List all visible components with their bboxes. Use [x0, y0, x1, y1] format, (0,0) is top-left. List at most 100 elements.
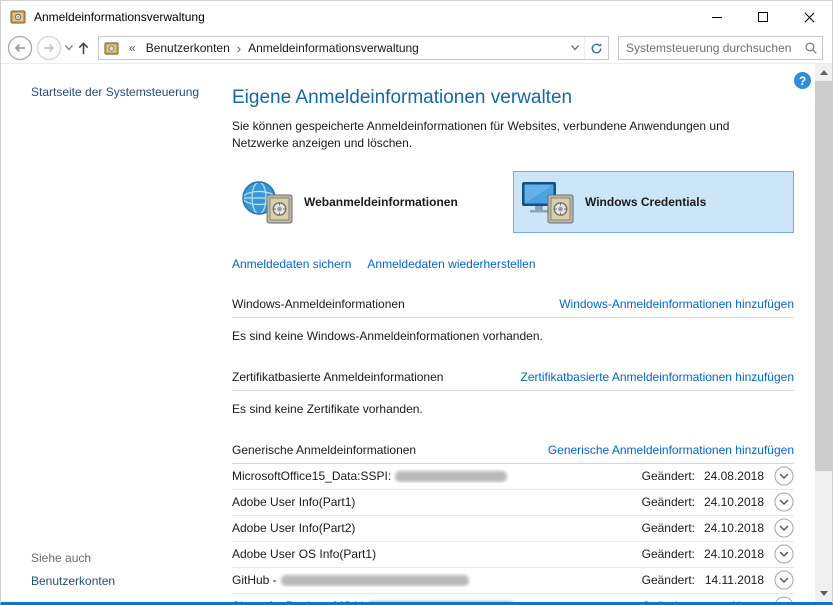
add-certificate-credential-link[interactable]: Zertifikatbasierte Anmeldeinformationen … [521, 370, 795, 384]
scroll-down-icon [819, 591, 828, 596]
chevron-down-icon [65, 45, 73, 51]
window-controls [694, 1, 832, 33]
expand-credential-button[interactable] [774, 518, 794, 538]
tab-web-credentials[interactable]: Webanmeldeinformationen [232, 171, 513, 233]
chevron-down-icon [774, 492, 794, 512]
credential-manager-window: Anmeldeinformationsverwaltung « Benutzer… [0, 0, 833, 605]
empty-state-text: Es sind keine Windows-Anmeldeinformation… [232, 328, 543, 343]
section-title: Zertifikatbasierte Anmeldeinformationen [232, 369, 444, 384]
redacted-text [366, 600, 515, 602]
redacted-text [280, 574, 469, 586]
credential-name: GitHub - [232, 573, 277, 588]
expand-credential-button[interactable] [774, 466, 794, 486]
chevron-down-icon [774, 544, 794, 564]
section-divider [232, 316, 794, 318]
tab-label: Windows Credentials [585, 194, 707, 209]
expand-credential-button[interactable] [774, 570, 794, 590]
breadcrumb-item-benutzerkonten[interactable]: Benutzerkonten [141, 37, 235, 59]
modified-label: Geändert: [641, 573, 695, 588]
modified-date: 24.08.2018 [703, 469, 764, 484]
modified-date: 24.10.2018 [703, 547, 764, 562]
search-box [618, 36, 823, 60]
credential-name: Adobe User Info(Part2) [232, 521, 356, 536]
vertical-scrollbar[interactable] [815, 64, 832, 602]
close-icon [804, 12, 814, 22]
scrollbar-thumb[interactable] [815, 81, 832, 471]
section-title: Windows-Anmeldeinformationen [232, 296, 405, 311]
minimize-icon [712, 16, 722, 18]
modified-label: Geändert: [641, 469, 695, 484]
sidebar-item-user-accounts[interactable]: Benutzerkonten [31, 574, 115, 588]
close-button[interactable] [786, 1, 832, 33]
back-button[interactable] [7, 35, 33, 61]
sidebar: Startseite der Systemsteuerung Siehe auc… [1, 64, 214, 602]
backup-credentials-link[interactable]: Anmeldedaten sichern [232, 257, 351, 271]
up-arrow-icon [78, 41, 89, 54]
credential-row: GitHub - Geändert: 14.11.2018 [232, 568, 794, 594]
section-title: Generische Anmeldeinformationen [232, 442, 417, 457]
add-generic-credential-link[interactable]: Generische Anmeldeinformationen hinzufüg… [548, 443, 794, 457]
scroll-up-button[interactable] [815, 64, 832, 81]
modified-label: Geändert: [641, 547, 695, 562]
restore-credentials-link[interactable]: Anmeldedaten wiederherstellen [367, 257, 535, 271]
credential-type-tabs: Webanmeldeinformationen Windows Credenti… [232, 170, 794, 233]
maximize-button[interactable] [740, 1, 786, 33]
address-bar[interactable]: « Benutzerkonten › Anmeldeinformationsve… [98, 36, 609, 60]
credential-actions: Anmeldedaten sichern Anmeldedaten wieder… [232, 257, 794, 271]
page-title: Eigene Anmeldeinformationen verwalten [232, 87, 573, 108]
refresh-button[interactable] [584, 37, 608, 59]
help-button[interactable]: ? [794, 72, 811, 89]
tab-windows-credentials[interactable]: Windows Credentials [513, 170, 794, 233]
history-dropdown-button[interactable] [65, 35, 73, 61]
chevron-down-icon [775, 596, 793, 602]
credential-name: Adobe User OS Info(Part1) [232, 547, 377, 562]
scroll-up-icon [819, 70, 828, 75]
forward-button[interactable] [36, 35, 62, 61]
credential-name: Skype for Desktop MSA/ [232, 599, 363, 602]
search-icon[interactable] [800, 41, 822, 55]
add-windows-credential-link[interactable]: Windows-Anmeldeinformationen hinzufügen [559, 297, 794, 311]
redacted-text [395, 470, 508, 482]
modified-label: Geändert: [641, 521, 695, 536]
main-content: Eigene Anmeldeinformationen verwalten Si… [214, 64, 815, 602]
modified-date: 24.10.2018 [703, 495, 764, 510]
chevron-down-icon [571, 45, 579, 51]
section-divider [232, 389, 794, 391]
scroll-down-button[interactable] [815, 585, 832, 602]
expand-credential-button[interactable] [774, 492, 794, 512]
credential-row: MicrosoftOffice15_Data:SSPI: Geändert: 2… [232, 464, 794, 490]
expand-credential-button[interactable] [774, 544, 794, 564]
up-button[interactable] [76, 35, 91, 61]
maximize-icon [758, 12, 768, 22]
section-windows-credentials: Windows-Anmeldeinformationen Windows-Anm… [232, 297, 794, 343]
sidebar-item-control-panel-home[interactable]: Startseite der Systemsteuerung [31, 85, 199, 99]
modified-label: Geändert: [641, 495, 695, 510]
breadcrumb-overflow-button[interactable]: « [124, 37, 141, 59]
search-input[interactable] [619, 41, 800, 55]
credential-row: Adobe User Info(Part2) Geändert: 24.10.2… [232, 516, 794, 542]
section-certificate-credentials: Zertifikatbasierte Anmeldeinformationen … [232, 370, 794, 416]
chevron-down-icon [774, 466, 794, 486]
windows-credentials-icon [521, 179, 575, 225]
credential-manager-app-icon [10, 9, 26, 25]
credential-row: Adobe User Info(Part1) Geändert: 24.10.2… [232, 490, 794, 516]
credential-manager-location-icon [104, 41, 119, 56]
credential-name: Adobe User Info(Part1) [232, 495, 356, 510]
modified-date: 14.11.2018 [704, 573, 764, 588]
address-dropdown-button[interactable] [566, 37, 584, 59]
minimize-button[interactable] [694, 1, 740, 33]
web-credentials-icon [240, 179, 294, 225]
credential-row: Adobe User OS Info(Part1) Geändert: 24.1… [232, 542, 794, 568]
forward-arrow-icon [36, 35, 62, 61]
chevron-down-icon [774, 570, 794, 590]
back-arrow-icon [7, 35, 33, 61]
window-title: Anmeldeinformationsverwaltung [34, 10, 205, 24]
expand-credential-button[interactable] [774, 596, 794, 602]
tab-label: Webanmeldeinformationen [304, 194, 458, 209]
navigation-bar: « Benutzerkonten › Anmeldeinformationsve… [1, 33, 832, 64]
section-generic-credentials: Generische Anmeldeinformationen Generisc… [232, 443, 794, 602]
modified-label: Geändert: [642, 599, 695, 602]
breadcrumb-item-anmeldeinformationsverwaltung[interactable]: Anmeldeinformationsverwaltung [243, 37, 424, 59]
see-also-heading: Siehe auch [31, 551, 92, 565]
breadcrumb-separator-icon: › [236, 40, 242, 56]
